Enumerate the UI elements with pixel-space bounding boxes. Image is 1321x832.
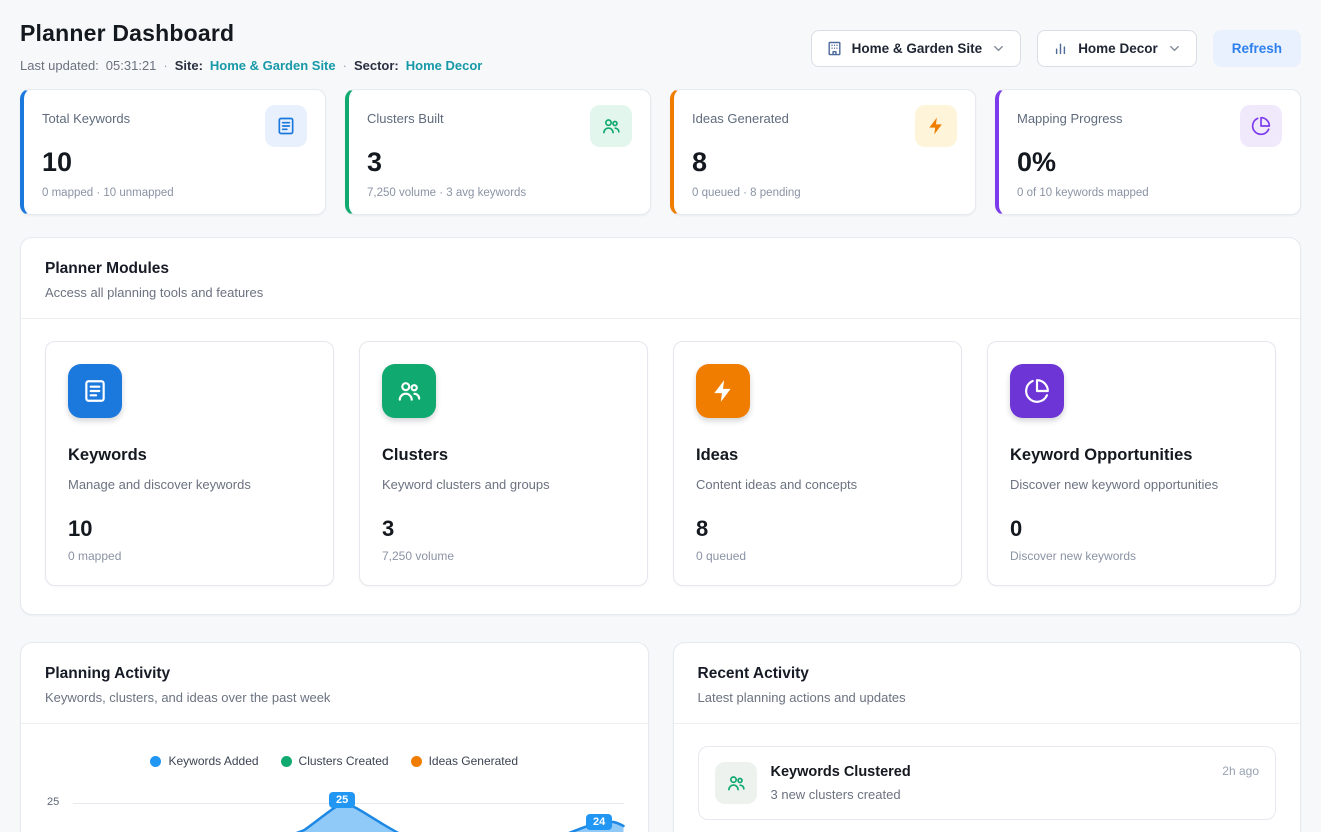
pie-chart-icon [1010, 364, 1064, 418]
planner-modules-panel: Planner Modules Access all planning tool… [20, 237, 1301, 615]
chart-legend: Keywords Added Clusters Created Ideas Ge… [45, 754, 624, 768]
module-detail: 7,250 volume [382, 549, 625, 563]
stat-value: 3 [367, 147, 632, 178]
data-point-label: 25 [329, 792, 355, 808]
stat-label: Ideas Generated [692, 111, 789, 126]
document-icon [68, 364, 122, 418]
module-description: Discover new keyword opportunities [1010, 477, 1253, 492]
activity-list-item[interactable]: Keywords Clustered 3 new clusters create… [698, 746, 1277, 820]
page-meta: Last updated: 05:31:21 · Site: Home & Ga… [20, 58, 482, 73]
topbar-left: Planner Dashboard Last updated: 05:31:21… [20, 20, 482, 73]
site-link[interactable]: Home & Garden Site [210, 58, 336, 73]
module-description: Manage and discover keywords [68, 477, 311, 492]
site-selector-dropdown[interactable]: Home & Garden Site [811, 30, 1022, 67]
activity-chart: 25 25 24 [45, 784, 624, 832]
legend-label: Keywords Added [168, 754, 258, 768]
chevron-down-icon [991, 41, 1006, 56]
meta-separator: · [163, 58, 167, 73]
legend-dot-icon [411, 756, 422, 767]
module-description: Keyword clusters and groups [382, 477, 625, 492]
stat-card-total-keywords: Total Keywords 10 0 mapped · 10 unmapped [20, 89, 326, 215]
stat-value: 10 [42, 147, 307, 178]
module-detail: 0 mapped [68, 549, 311, 563]
module-title: Ideas [696, 446, 939, 465]
module-value: 10 [68, 516, 311, 542]
data-point-label: 24 [586, 814, 612, 830]
planning-activity-title: Planning Activity [45, 665, 624, 683]
sector-link[interactable]: Home Decor [406, 58, 483, 73]
activity-item-title: Keywords Clustered [771, 764, 1209, 780]
legend-item-keywords-added: Keywords Added [150, 754, 258, 768]
planning-activity-panel: Planning Activity Keywords, clusters, an… [20, 642, 649, 832]
modules-title: Planner Modules [45, 260, 1276, 278]
module-value: 0 [1010, 516, 1253, 542]
stat-card-clusters-built: Clusters Built 3 7,250 volume · 3 avg ke… [345, 89, 651, 215]
stat-value: 8 [692, 147, 957, 178]
users-icon [382, 364, 436, 418]
stat-label: Clusters Built [367, 111, 444, 126]
bottom-row: Planning Activity Keywords, clusters, an… [20, 642, 1301, 832]
last-updated-value: 05:31:21 [106, 58, 157, 73]
page-title: Planner Dashboard [20, 20, 482, 47]
y-axis-tick: 25 [47, 796, 59, 808]
meta-separator: · [343, 58, 347, 73]
module-description: Content ideas and concepts [696, 477, 939, 492]
legend-dot-icon [150, 756, 161, 767]
site-label: Site: [175, 58, 203, 73]
module-title: Keyword Opportunities [1010, 446, 1253, 465]
bar-chart-icon [1052, 40, 1069, 57]
site-selector-value: Home & Garden Site [852, 41, 983, 56]
chevron-down-icon [1167, 41, 1182, 56]
module-title: Clusters [382, 446, 625, 465]
recent-activity-panel: Recent Activity Latest planning actions … [673, 642, 1302, 832]
modules-subtitle: Access all planning tools and features [45, 285, 1276, 300]
stat-detail: 0 of 10 keywords mapped [1017, 187, 1282, 199]
refresh-button[interactable]: Refresh [1213, 30, 1301, 67]
last-updated-label: Last updated: [20, 58, 99, 73]
stat-label: Mapping Progress [1017, 111, 1123, 126]
stat-detail: 0 queued · 8 pending [692, 187, 957, 199]
users-icon [715, 762, 757, 804]
topbar-controls: Home & Garden Site Home Decor Refresh [811, 30, 1301, 67]
stat-card-ideas-generated: Ideas Generated 8 0 queued · 8 pending [670, 89, 976, 215]
planner-dashboard-page: Planner Dashboard Last updated: 05:31:21… [0, 0, 1321, 832]
planning-activity-subtitle: Keywords, clusters, and ideas over the p… [45, 690, 624, 705]
sector-label: Sector: [354, 58, 399, 73]
activity-item-description: 3 new clusters created [771, 787, 1209, 802]
stat-label: Total Keywords [42, 111, 130, 126]
document-icon [265, 105, 307, 147]
stat-detail: 0 mapped · 10 unmapped [42, 187, 307, 199]
users-icon [590, 105, 632, 147]
modules-grid: Keywords Manage and discover keywords 10… [21, 319, 1300, 614]
topbar: Planner Dashboard Last updated: 05:31:21… [0, 0, 1321, 73]
module-card-ideas[interactable]: Ideas Content ideas and concepts 8 0 que… [673, 341, 962, 586]
recent-activity-title: Recent Activity [698, 665, 1277, 683]
legend-item-ideas-generated: Ideas Generated [411, 754, 518, 768]
stat-detail: 7,250 volume · 3 avg keywords [367, 187, 632, 199]
lightning-icon [696, 364, 750, 418]
module-detail: Discover new keywords [1010, 549, 1253, 563]
stat-card-mapping-progress: Mapping Progress 0% 0 of 10 keywords map… [995, 89, 1301, 215]
legend-label: Ideas Generated [429, 754, 518, 768]
legend-label: Clusters Created [299, 754, 389, 768]
activity-item-content: Keywords Clustered 3 new clusters create… [771, 762, 1209, 804]
building-icon [826, 40, 843, 57]
stat-cards-row: Total Keywords 10 0 mapped · 10 unmapped… [20, 89, 1301, 215]
recent-activity-subtitle: Latest planning actions and updates [698, 690, 1277, 705]
sector-selector-dropdown[interactable]: Home Decor [1037, 30, 1197, 67]
activity-item-timestamp: 2h ago [1222, 764, 1259, 804]
sector-selector-value: Home Decor [1078, 41, 1158, 56]
module-card-clusters[interactable]: Clusters Keyword clusters and groups 3 7… [359, 341, 648, 586]
stat-value: 0% [1017, 147, 1282, 178]
module-value: 3 [382, 516, 625, 542]
lightning-icon [915, 105, 957, 147]
pie-chart-icon [1240, 105, 1282, 147]
legend-dot-icon [281, 756, 292, 767]
module-title: Keywords [68, 446, 311, 465]
legend-item-clusters-created: Clusters Created [281, 754, 389, 768]
module-card-keywords[interactable]: Keywords Manage and discover keywords 10… [45, 341, 334, 586]
module-detail: 0 queued [696, 549, 939, 563]
module-card-keyword-opportunities[interactable]: Keyword Opportunities Discover new keywo… [987, 341, 1276, 586]
module-value: 8 [696, 516, 939, 542]
